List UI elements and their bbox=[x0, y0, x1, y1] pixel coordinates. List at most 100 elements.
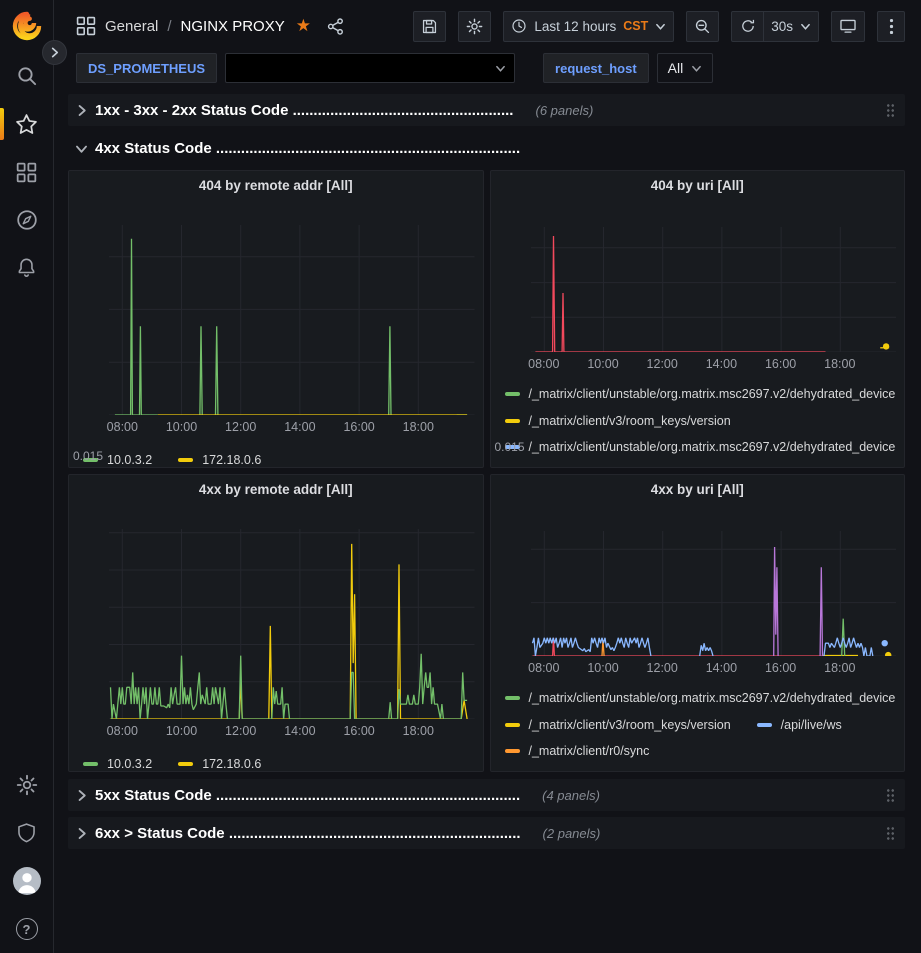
panel-title[interactable]: 4xx by uri [All] bbox=[491, 475, 905, 503]
breadcrumb-section[interactable]: General bbox=[105, 18, 158, 35]
sidebar-item-configuration[interactable] bbox=[0, 761, 53, 809]
chevron-down-icon bbox=[655, 21, 666, 32]
legend-item[interactable]: /_matrix/client/unstable/org.matrix.msc2… bbox=[505, 387, 896, 401]
refresh-interval-dropdown[interactable]: 30s bbox=[764, 11, 819, 42]
plot-area[interactable] bbox=[531, 531, 897, 656]
x-tick-label: 18:00 bbox=[403, 420, 434, 434]
sidebar-item-explore[interactable] bbox=[0, 196, 53, 244]
row-drag-handle[interactable] bbox=[886, 826, 895, 841]
legend-item[interactable]: /_matrix/client/unstable/org.matrix.msc2… bbox=[505, 440, 896, 454]
x-tick-label: 18:00 bbox=[824, 661, 855, 675]
time-range-picker[interactable]: Last 12 hours CST bbox=[503, 11, 674, 42]
zoom-out-time-button[interactable] bbox=[686, 11, 719, 42]
x-tick-label: 12:00 bbox=[225, 420, 256, 434]
plot-area[interactable] bbox=[109, 529, 475, 719]
x-tick-label: 16:00 bbox=[343, 420, 374, 434]
legend-item[interactable]: 172.18.0.6 bbox=[178, 757, 261, 771]
dashboard-topbar: General / NGINX PROXY ★ Last 12 hours CS… bbox=[54, 0, 921, 52]
chevron-down-icon bbox=[800, 21, 811, 32]
dashboard-settings-button[interactable] bbox=[458, 11, 491, 42]
legend-row: /_matrix/client/v3/room_keys/version/api… bbox=[505, 712, 905, 739]
sidebar-item-server-admin[interactable] bbox=[0, 809, 53, 857]
row-6xx[interactable]: 6xx > Status Code ......................… bbox=[68, 817, 905, 849]
grafana-app: ? General / NGINX PROXY ★ bbox=[0, 0, 921, 953]
bell-icon bbox=[16, 257, 37, 279]
legend-label: 172.18.0.6 bbox=[202, 757, 261, 771]
legend-label: /api/live/ws bbox=[781, 718, 842, 732]
legend-item[interactable]: /_matrix/client/r0/sync bbox=[505, 744, 650, 758]
x-tick-label: 16:00 bbox=[765, 357, 796, 371]
legend-swatch bbox=[83, 762, 98, 766]
request-host-select[interactable]: All bbox=[657, 53, 714, 83]
kebab-menu-button[interactable] bbox=[877, 11, 905, 42]
x-tick-label: 14:00 bbox=[284, 420, 315, 434]
sidebar-expand-button[interactable] bbox=[42, 40, 67, 65]
y-tick-label: 0.015 bbox=[494, 440, 524, 454]
x-tick-label: 12:00 bbox=[647, 661, 678, 675]
gear-icon bbox=[466, 18, 483, 35]
panel-title[interactable]: 404 by uri [All] bbox=[491, 171, 905, 199]
sidebar-item-dashboards[interactable] bbox=[0, 148, 53, 196]
panel-4xx-by-remote-addr: 4xx by remote addr [All] 00.020.040.060.… bbox=[68, 474, 484, 772]
tv-mode-button[interactable] bbox=[831, 11, 865, 42]
legend-swatch bbox=[505, 696, 520, 700]
chevron-right-icon bbox=[75, 827, 88, 840]
legend-label: 10.0.3.2 bbox=[107, 757, 152, 771]
sidebar-item-alerting[interactable] bbox=[0, 244, 53, 292]
x-axis: 08:0010:0012:0014:0016:0018:00 bbox=[109, 420, 475, 438]
legend-label: 10.0.3.2 bbox=[107, 453, 152, 467]
chevron-down-icon bbox=[495, 63, 506, 74]
sidebar-item-starred[interactable] bbox=[0, 100, 53, 148]
request-host-value: All bbox=[668, 60, 684, 76]
refresh-button[interactable] bbox=[731, 11, 764, 42]
save-dashboard-button[interactable] bbox=[413, 11, 446, 42]
legend-row: /_matrix/client/unstable/org.matrix.msc2… bbox=[505, 434, 905, 461]
x-tick-label: 14:00 bbox=[706, 661, 737, 675]
breadcrumb-dashboard-title[interactable]: NGINX PROXY bbox=[181, 18, 285, 35]
datasource-variable-label[interactable]: DS_PROMETHEUS bbox=[76, 53, 217, 83]
request-host-variable-label[interactable]: request_host bbox=[543, 53, 649, 83]
shield-icon bbox=[16, 822, 37, 844]
row-title: 5xx Status Code ........................… bbox=[95, 787, 520, 804]
panel-title[interactable]: 4xx by remote addr [All] bbox=[69, 475, 483, 503]
legend-swatch bbox=[505, 723, 520, 727]
legend-label: /_matrix/client/unstable/org.matrix.msc2… bbox=[529, 440, 896, 454]
row-1xx-3xx-2xx[interactable]: 1xx - 3xx - 2xx Status Code ............… bbox=[68, 94, 905, 126]
favorite-star-icon[interactable]: ★ bbox=[296, 16, 311, 36]
row-drag-handle[interactable] bbox=[886, 788, 895, 803]
chart-area: 00.050.1 08:0010:0012:0014:0016:0018:00 bbox=[491, 503, 905, 679]
legend-row: /_matrix/client/unstable/org.matrix.msc2… bbox=[505, 381, 905, 408]
legend-item[interactable]: 172.18.0.6 bbox=[178, 453, 261, 467]
kebab-icon bbox=[889, 18, 894, 35]
y-axis: 00.050.1 bbox=[491, 503, 531, 656]
legend-label: /_matrix/client/unstable/org.matrix.msc2… bbox=[529, 691, 896, 705]
sidebar-item-help[interactable]: ? bbox=[0, 905, 53, 953]
legend-row: /_matrix/client/r0/sync bbox=[505, 738, 905, 765]
panel-title[interactable]: 404 by remote addr [All] bbox=[69, 171, 483, 199]
legend-item[interactable]: 10.0.3.2 bbox=[83, 757, 152, 771]
row-4xx[interactable]: 4xx Status Code ........................… bbox=[68, 132, 905, 164]
time-range-label: Last 12 hours bbox=[534, 19, 616, 34]
share-icon[interactable] bbox=[326, 17, 345, 36]
legend-row: /_matrix/client/v3/room_keys/version bbox=[505, 408, 905, 435]
zoom-out-icon bbox=[694, 18, 711, 35]
row-panel-count: (4 panels) bbox=[542, 788, 600, 803]
y-tick-label: 0.015 bbox=[73, 449, 103, 463]
row-5xx[interactable]: 5xx Status Code ........................… bbox=[68, 779, 905, 811]
apps-grid-icon[interactable] bbox=[76, 16, 96, 36]
legend-item[interactable]: /_matrix/client/v3/room_keys/version bbox=[505, 718, 731, 732]
legend-swatch bbox=[505, 419, 520, 423]
plot-area[interactable] bbox=[109, 225, 475, 415]
row-drag-handle[interactable] bbox=[886, 103, 895, 118]
legend-item[interactable]: /_matrix/client/unstable/org.matrix.msc2… bbox=[505, 691, 896, 705]
legend: /_matrix/client/unstable/org.matrix.msc2… bbox=[505, 381, 905, 467]
refresh-interval-label: 30s bbox=[771, 19, 793, 34]
datasource-select[interactable] bbox=[225, 53, 515, 83]
sidebar-item-profile[interactable] bbox=[0, 857, 53, 905]
legend-item[interactable]: /_matrix/client/v3/room_keys/version bbox=[505, 414, 731, 428]
x-tick-label: 08:00 bbox=[528, 357, 559, 371]
plot-area[interactable] bbox=[531, 227, 897, 352]
legend-item[interactable]: /api/live/ws bbox=[757, 718, 842, 732]
y-axis: 00.020.040.060.080.1 bbox=[69, 503, 109, 719]
chevron-down-icon bbox=[691, 63, 702, 74]
